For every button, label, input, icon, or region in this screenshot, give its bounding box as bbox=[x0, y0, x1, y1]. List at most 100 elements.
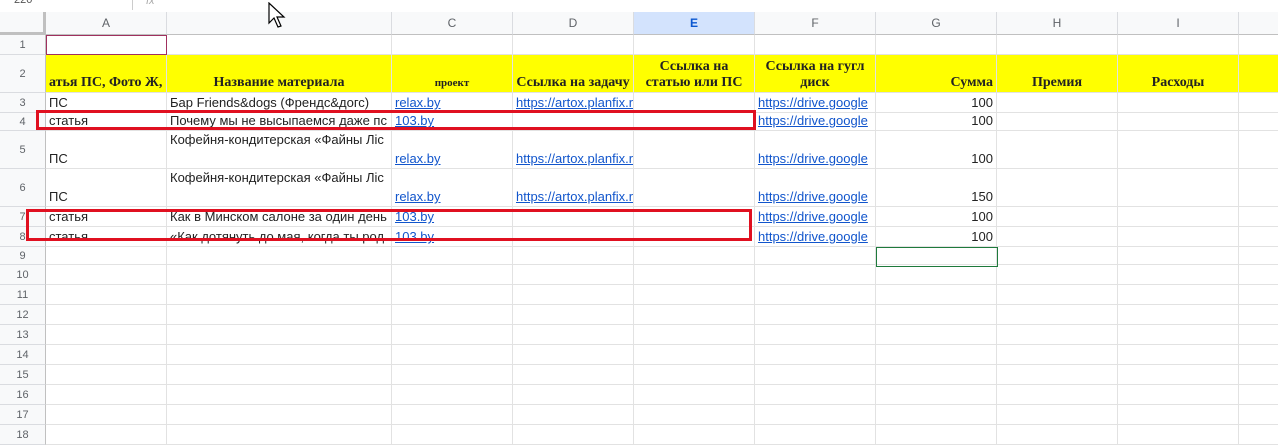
table-cell-g[interactable]: 100 bbox=[876, 131, 997, 169]
table-cell-a[interactable]: ПС bbox=[46, 169, 167, 207]
table-cell-f[interactable]: https://drive.google bbox=[755, 93, 876, 113]
grid-cell[interactable] bbox=[876, 305, 997, 325]
column-header-7[interactable]: H bbox=[997, 12, 1118, 35]
column-header-4[interactable]: E bbox=[634, 12, 755, 35]
grid-cell[interactable] bbox=[392, 285, 513, 305]
grid-cell[interactable] bbox=[1239, 305, 1278, 325]
table-cell-b[interactable]: Кофейня-кондитерская «Файны Ліс bbox=[167, 131, 392, 169]
row-header[interactable]: 2 bbox=[0, 55, 46, 93]
header-cell-f[interactable]: Ссылка на гугл диск bbox=[755, 55, 876, 93]
grid-cell[interactable] bbox=[1118, 405, 1239, 425]
grid-cell[interactable] bbox=[1118, 169, 1239, 207]
grid-cell[interactable] bbox=[634, 405, 755, 425]
grid-cell[interactable] bbox=[1118, 385, 1239, 405]
table-cell-f[interactable]: https://drive.google bbox=[755, 227, 876, 247]
grid-cell[interactable] bbox=[997, 345, 1118, 365]
grid-cell[interactable] bbox=[1118, 131, 1239, 169]
column-header-9[interactable] bbox=[1239, 12, 1278, 35]
grid-cell[interactable] bbox=[876, 265, 997, 285]
header-cell-a[interactable]: атья ПС, Фото Ж, bbox=[46, 55, 167, 93]
grid-cell[interactable] bbox=[167, 325, 392, 345]
header-cell-e[interactable]: Ссылка на статью или ПС bbox=[634, 55, 755, 93]
table-cell-a[interactable]: ПС bbox=[46, 131, 167, 169]
grid-cell[interactable] bbox=[167, 247, 392, 265]
table-cell-g[interactable]: 100 bbox=[876, 93, 997, 113]
grid-cell[interactable] bbox=[1118, 425, 1239, 445]
grid-cell[interactable] bbox=[1118, 345, 1239, 365]
grid-cell[interactable] bbox=[755, 385, 876, 405]
grid-cell[interactable] bbox=[997, 285, 1118, 305]
grid-cell[interactable] bbox=[46, 405, 167, 425]
grid-cell[interactable] bbox=[46, 385, 167, 405]
grid-cell[interactable] bbox=[1239, 365, 1278, 385]
grid-cell[interactable] bbox=[1118, 325, 1239, 345]
table-cell-f[interactable]: https://drive.google bbox=[755, 113, 876, 131]
grid-cell[interactable] bbox=[876, 345, 997, 365]
row-header[interactable]: 17 bbox=[0, 405, 46, 425]
column-header-0[interactable]: A bbox=[46, 12, 167, 35]
grid-cell[interactable] bbox=[1239, 93, 1278, 113]
table-cell-e[interactable] bbox=[634, 169, 755, 207]
grid-cell[interactable] bbox=[634, 285, 755, 305]
grid-cell[interactable] bbox=[167, 285, 392, 305]
column-header-5[interactable]: F bbox=[755, 12, 876, 35]
grid-cell[interactable] bbox=[755, 345, 876, 365]
grid-cell[interactable] bbox=[46, 265, 167, 285]
grid-cell[interactable] bbox=[876, 285, 997, 305]
row-header[interactable]: 5 bbox=[0, 131, 46, 169]
grid-cell[interactable] bbox=[997, 365, 1118, 385]
grid-cell[interactable] bbox=[755, 425, 876, 445]
grid-cell[interactable] bbox=[1239, 227, 1278, 247]
grid-cell[interactable] bbox=[997, 169, 1118, 207]
header-cell-h[interactable]: Премия bbox=[997, 55, 1118, 93]
grid-cell[interactable] bbox=[1239, 285, 1278, 305]
grid-cell[interactable] bbox=[513, 265, 634, 285]
grid-cell[interactable] bbox=[997, 113, 1118, 131]
grid-cell[interactable] bbox=[1239, 247, 1278, 265]
grid-cell[interactable] bbox=[392, 405, 513, 425]
header-cell-c[interactable]: проект bbox=[392, 55, 513, 93]
grid-cell[interactable] bbox=[876, 405, 997, 425]
grid-cell[interactable] bbox=[634, 265, 755, 285]
grid-cell[interactable] bbox=[634, 325, 755, 345]
table-cell-e[interactable] bbox=[634, 131, 755, 169]
cell-link[interactable]: https://artox.planfix.ru/task/2665462 bbox=[516, 150, 633, 168]
grid-cell[interactable] bbox=[1239, 131, 1278, 169]
grid-cell[interactable] bbox=[634, 365, 755, 385]
grid-cell[interactable] bbox=[392, 345, 513, 365]
header-cell-i[interactable]: Расходы bbox=[1118, 55, 1239, 93]
column-header-6[interactable]: G bbox=[876, 12, 997, 35]
grid-cell[interactable] bbox=[392, 305, 513, 325]
grid-cell[interactable] bbox=[513, 325, 634, 345]
grid-cell[interactable] bbox=[1118, 285, 1239, 305]
grid-cell[interactable] bbox=[167, 425, 392, 445]
grid-cell[interactable] bbox=[46, 247, 167, 265]
grid-cell[interactable] bbox=[755, 405, 876, 425]
grid-cell[interactable] bbox=[1239, 35, 1278, 55]
grid-cell[interactable] bbox=[513, 247, 634, 265]
grid-cell[interactable] bbox=[513, 365, 634, 385]
grid-cell[interactable] bbox=[634, 247, 755, 265]
grid-cell[interactable] bbox=[997, 265, 1118, 285]
grid-cell[interactable] bbox=[1239, 265, 1278, 285]
cell-link[interactable]: relax.by bbox=[395, 150, 441, 168]
grid-cell[interactable] bbox=[1118, 227, 1239, 247]
grid-cell[interactable] bbox=[513, 305, 634, 325]
grid-cell[interactable] bbox=[876, 385, 997, 405]
grid-cell[interactable] bbox=[1239, 207, 1278, 227]
grid-cell[interactable] bbox=[46, 425, 167, 445]
grid-cell[interactable] bbox=[1239, 345, 1278, 365]
grid-cell[interactable] bbox=[1118, 305, 1239, 325]
column-header-2[interactable]: C bbox=[392, 12, 513, 35]
grid-cell[interactable] bbox=[1239, 405, 1278, 425]
row-header[interactable]: 14 bbox=[0, 345, 46, 365]
row-header[interactable]: 11 bbox=[0, 285, 46, 305]
grid-cell[interactable] bbox=[392, 425, 513, 445]
grid-cell[interactable] bbox=[997, 385, 1118, 405]
grid-cell[interactable] bbox=[513, 345, 634, 365]
table-cell-f[interactable]: https://drive.google bbox=[755, 207, 876, 227]
grid-cell[interactable] bbox=[1118, 265, 1239, 285]
grid-cell[interactable] bbox=[755, 285, 876, 305]
grid-cell[interactable] bbox=[997, 325, 1118, 345]
grid-cell[interactable] bbox=[1118, 93, 1239, 113]
